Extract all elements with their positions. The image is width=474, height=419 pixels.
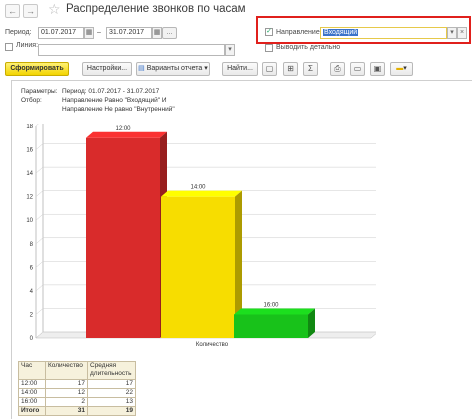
chevron-down-icon: ▾ [403, 65, 407, 72]
period-to-value: 31.07.2017 [109, 29, 145, 36]
params-label: Параметры: [21, 88, 58, 95]
bar-label: 12:00 [115, 126, 131, 132]
total-count: 31 [45, 406, 88, 416]
params-value: Период: 01.07.2017 - 31.07.2017 [62, 88, 160, 95]
period-from-calendar-icon[interactable]: ▦ [84, 27, 94, 39]
y-tick-label: 12 [26, 195, 33, 201]
total-label: Итого [18, 406, 46, 416]
report-variants-label: Варианты отчета [146, 65, 203, 72]
period-to-field[interactable]: 31.07.2017 [106, 27, 152, 39]
x-axis-label: Количество [196, 342, 229, 348]
line-field[interactable] [38, 44, 225, 56]
gridline-side [35, 214, 44, 221]
header-avg-duration: Средняя длительность [87, 361, 136, 380]
report-variants-icon: ▤ [138, 65, 145, 72]
generate-button[interactable]: Сформировать [5, 62, 69, 76]
detail-checkbox[interactable] [265, 44, 273, 52]
y-tick-label: 16 [26, 148, 33, 154]
table-row: 16:00 2 13 [18, 397, 136, 407]
favorite-star-icon[interactable]: ☆ [48, 1, 61, 18]
filter-line-2: Направление Не равно "Внутренний" [62, 106, 175, 113]
table-total-row: Итого 31 19 [18, 406, 136, 416]
bar-1200-front [86, 137, 160, 338]
filter-line-1: Направление Равно "Входящий" И [62, 97, 167, 104]
period-from-value: 01.07.2017 [41, 29, 77, 36]
y-tick-label: 4 [30, 289, 34, 295]
table-row: 14:00 12 22 [18, 388, 136, 398]
forward-arrow-icon: → [26, 6, 35, 16]
bar-chart: 0 2 4 6 8 10 12 14 16 18 12:00 14:00 16:00 Количество [26, 124, 376, 348]
total-avg-duration: 19 [87, 406, 136, 416]
more-actions-button[interactable]: ▬▾ [390, 62, 413, 76]
chevron-down-icon: ▾ [204, 65, 208, 72]
find-next-icon[interactable]: ▢ [262, 62, 277, 76]
bar-1600-front [234, 314, 308, 338]
bar-1400-front [161, 196, 235, 338]
period-select-button[interactable]: ... [162, 27, 177, 39]
sum-icon[interactable]: Σ [303, 62, 318, 76]
period-label: Период: [5, 29, 32, 36]
y-tick-label: 14 [26, 171, 33, 177]
gridline-side [35, 190, 44, 197]
direction-checkbox[interactable]: ✓ [265, 28, 273, 36]
filter-label: Отбор: [21, 97, 42, 104]
print-icon[interactable]: ⎙ [330, 62, 345, 76]
y-tick-label: 10 [26, 218, 33, 224]
table-row: 12:00 17 17 [18, 379, 136, 389]
gridline-side [35, 237, 44, 244]
gridline-side [35, 261, 44, 268]
data-table: Час Количество Средняя длительность 12:0… [18, 361, 136, 416]
cell-count: 2 [45, 397, 88, 407]
direction-clear-icon[interactable]: × [457, 27, 467, 39]
header-count: Количество [45, 361, 88, 380]
detail-label: Выводить детально [276, 44, 341, 51]
cell-avg-duration: 22 [87, 388, 136, 398]
cell-avg-duration: 13 [87, 397, 136, 407]
settings-button[interactable]: Настройки... [82, 62, 132, 76]
checkmark-icon: ✓ [266, 28, 272, 35]
bar-1600-top [234, 308, 315, 315]
header-hour: Час [18, 361, 46, 380]
bar-label: 14:00 [190, 185, 206, 191]
save-icon[interactable]: ▣ [370, 62, 385, 76]
gridline-side [35, 308, 44, 315]
back-button[interactable]: ← [5, 4, 20, 18]
period-from-field[interactable]: 01.07.2017 [38, 27, 84, 39]
expand-groups-icon[interactable]: ⊞ [283, 62, 298, 76]
bar-1200-top [86, 131, 167, 138]
cell-hour: 16:00 [18, 397, 46, 407]
direction-field[interactable]: Входящий [320, 27, 447, 39]
report-variants-button[interactable]: ▤ Варианты отчета ▾ [136, 62, 210, 76]
cell-count: 12 [45, 388, 88, 398]
line-label: Линия: [16, 42, 39, 49]
page-title: Распределение звонков по часам [66, 3, 246, 15]
bar-1400-top [161, 190, 242, 197]
cell-hour: 14:00 [18, 388, 46, 398]
gridline-side [35, 284, 44, 292]
forward-button[interactable]: → [23, 4, 38, 18]
y-tick-label: 2 [30, 312, 34, 318]
line-checkbox[interactable] [5, 43, 13, 51]
gridline-side [35, 143, 44, 150]
period-dash: – [97, 29, 101, 36]
line-dropdown-icon[interactable]: ▾ [225, 44, 235, 56]
direction-value: Входящий [323, 29, 359, 36]
y-tick-label: 0 [30, 336, 34, 342]
back-arrow-icon: ← [8, 6, 17, 16]
y-tick-label: 6 [30, 265, 34, 271]
cell-count: 17 [45, 379, 88, 389]
y-tick-label: 18 [26, 124, 33, 130]
bar-label: 16:00 [263, 302, 279, 308]
direction-dropdown-icon[interactable]: ▾ [447, 27, 457, 39]
preview-icon[interactable]: ▭ [350, 62, 365, 76]
cell-avg-duration: 17 [87, 379, 136, 389]
find-button[interactable]: Найти... [222, 62, 258, 76]
cell-hour: 12:00 [18, 379, 46, 389]
gridline-side [35, 166, 44, 174]
table-header-row: Час Количество Средняя длительность [18, 361, 136, 380]
y-tick-label: 8 [30, 242, 34, 248]
direction-label: Направление: [276, 29, 322, 36]
gridline-side [35, 124, 39, 127]
period-to-calendar-icon[interactable]: ▦ [152, 27, 162, 39]
